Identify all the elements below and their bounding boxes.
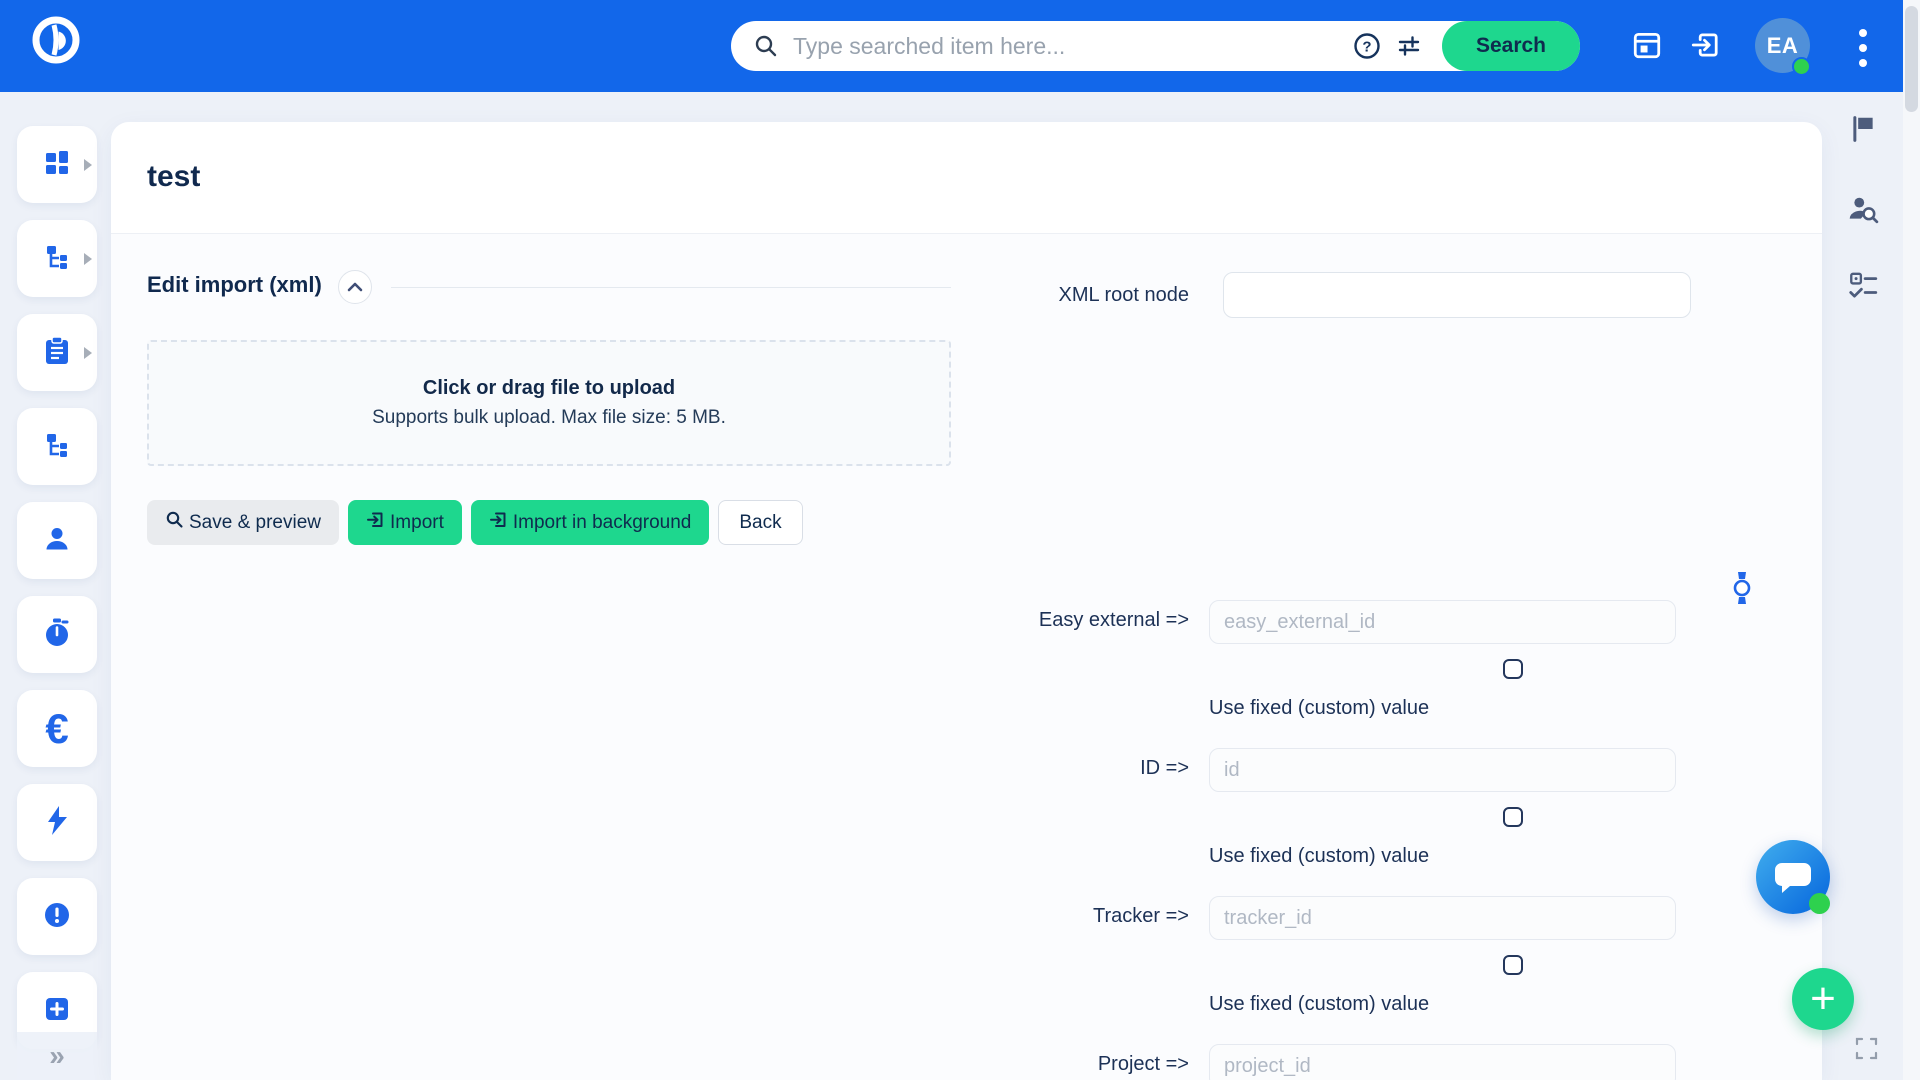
sidebar-item-time-tracking[interactable] xyxy=(17,596,97,673)
sidebar-item-quick-actions[interactable] xyxy=(17,784,97,861)
fullscreen-icon xyxy=(1854,1049,1879,1064)
submenu-arrow-icon xyxy=(84,347,92,359)
top-header: ? Search EA xyxy=(0,0,1903,92)
import-background-button[interactable]: Import in background xyxy=(471,500,710,545)
add-fab-button[interactable]: + xyxy=(1792,968,1854,1030)
search-icon xyxy=(753,21,779,71)
dashboard-icon xyxy=(41,147,73,182)
dropzone-title: Click or drag file to upload xyxy=(423,377,675,400)
checklist-button[interactable] xyxy=(1845,268,1881,304)
flag-icon xyxy=(1849,114,1877,147)
page-title: test xyxy=(147,160,200,194)
project-tree-icon xyxy=(41,241,73,276)
use-fixed-value-checkbox[interactable] xyxy=(1503,807,1523,827)
sidebar-collapse-button[interactable]: » xyxy=(17,1032,97,1080)
scrollbar-thumb[interactable] xyxy=(1905,6,1918,112)
use-fixed-value-checkbox[interactable] xyxy=(1503,955,1523,975)
submenu-arrow-icon xyxy=(84,253,92,265)
back-button[interactable]: Back xyxy=(718,500,802,545)
section-divider xyxy=(391,287,951,288)
fullscreen-button[interactable] xyxy=(1852,1036,1880,1064)
mapping-row-input[interactable] xyxy=(1209,1044,1676,1080)
sidebar-item-alerts[interactable] xyxy=(17,878,97,955)
help-icon[interactable]: ? xyxy=(1346,21,1388,71)
flag-button[interactable] xyxy=(1845,112,1881,148)
avatar-initials: EA xyxy=(1767,33,1799,59)
chat-widget-button[interactable] xyxy=(1756,840,1830,914)
import-icon xyxy=(366,510,385,535)
mapping-row: Tracker => Use fixed (custom) value xyxy=(111,896,1822,1046)
sidebar-item-tasks[interactable] xyxy=(17,314,97,391)
mapping-row: Easy external => Use fixed (custom) valu… xyxy=(111,600,1822,750)
file-upload-dropzone[interactable]: Click or drag file to upload Supports bu… xyxy=(147,340,951,466)
use-fixed-value-checkbox[interactable] xyxy=(1503,659,1523,679)
mapping-row-input[interactable] xyxy=(1209,896,1676,940)
chevron-up-icon xyxy=(347,280,363,295)
dropzone-subtitle: Supports bulk upload. Max file size: 5 M… xyxy=(372,407,726,429)
use-fixed-value-label: Use fixed (custom) value xyxy=(1209,993,1429,1016)
submenu-arrow-icon xyxy=(84,159,92,171)
action-button-row: Save & preview Import Import in backgrou… xyxy=(147,500,803,545)
global-search-bar: ? Search xyxy=(731,21,1580,71)
sidebar-item-project-tree[interactable] xyxy=(17,220,97,297)
sidebar-item-finance[interactable]: € xyxy=(17,690,97,767)
alert-icon xyxy=(42,900,72,933)
mapping-row-input[interactable] xyxy=(1209,748,1676,792)
checklist-icon xyxy=(1847,270,1879,303)
sidebar-item-users[interactable] xyxy=(17,502,97,579)
section-collapse-button[interactable] xyxy=(338,270,372,304)
chat-online-dot xyxy=(1809,893,1830,914)
easy-project-logo-icon xyxy=(28,56,84,71)
app-logo[interactable] xyxy=(26,11,86,71)
clipboard-icon xyxy=(42,335,72,370)
mapping-row: ID => Use fixed (custom) value xyxy=(111,748,1822,898)
section-title: Edit import (xml) xyxy=(147,272,322,298)
logout-icon xyxy=(1689,49,1721,64)
search-button[interactable]: Search xyxy=(1442,21,1580,71)
mapping-row: Project => xyxy=(111,1044,1822,1080)
add-box-icon xyxy=(42,994,72,1027)
mapping-row-label: ID => xyxy=(811,757,1189,780)
use-fixed-value-label: Use fixed (custom) value xyxy=(1209,845,1429,868)
euro-icon: € xyxy=(45,708,68,750)
logout-button[interactable] xyxy=(1688,29,1722,63)
mapping-row-label: Easy external => xyxy=(811,609,1189,632)
save-preview-button[interactable]: Save & preview xyxy=(147,500,339,545)
plus-icon: + xyxy=(1810,974,1836,1023)
sidebar-item-dashboard[interactable] xyxy=(17,126,97,203)
xml-root-node-label: XML root node xyxy=(931,284,1189,307)
svg-text:?: ? xyxy=(1362,39,1371,56)
search-input[interactable] xyxy=(793,33,1346,60)
use-fixed-value-label: Use fixed (custom) value xyxy=(1209,697,1429,720)
avatar[interactable]: EA xyxy=(1755,18,1810,73)
calendar-button[interactable] xyxy=(1630,29,1664,63)
main-content-card: test Edit import (xml) Click or drag fil… xyxy=(111,122,1822,1080)
mapping-row-input[interactable] xyxy=(1209,600,1676,644)
user-search-icon xyxy=(1847,193,1879,228)
watch-icon[interactable] xyxy=(1731,572,1753,606)
import-icon xyxy=(489,510,508,535)
calendar-icon xyxy=(1631,49,1663,64)
double-chevron-right-icon: » xyxy=(49,1040,65,1071)
xml-root-node-input[interactable] xyxy=(1223,272,1691,318)
mapping-row-label: Project => xyxy=(811,1053,1189,1076)
page-scrollbar xyxy=(1903,0,1920,1080)
filter-icon[interactable] xyxy=(1388,21,1430,71)
stopwatch-icon xyxy=(42,617,72,652)
sidebar-item-tree[interactable] xyxy=(17,408,97,485)
tree-icon xyxy=(41,429,73,464)
import-button[interactable]: Import xyxy=(348,500,462,545)
kebab-menu-icon[interactable] xyxy=(1855,26,1871,70)
lightning-icon xyxy=(43,805,71,840)
user-search-button[interactable] xyxy=(1845,192,1881,228)
mapping-row-label: Tracker => xyxy=(811,905,1189,928)
online-status-dot xyxy=(1792,57,1811,76)
search-icon xyxy=(165,510,184,535)
user-icon xyxy=(42,524,72,557)
